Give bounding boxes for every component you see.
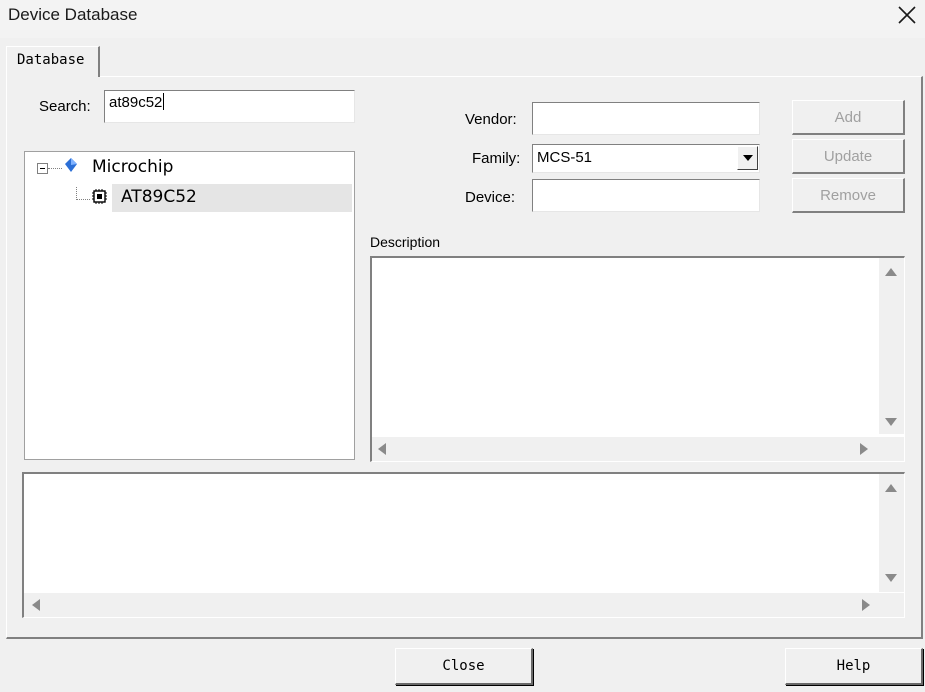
close-icon[interactable]: [889, 0, 925, 30]
tree-item-at89c52[interactable]: AT89C52: [121, 187, 197, 207]
device-input[interactable]: [532, 179, 760, 212]
tree-item-microchip[interactable]: Microchip: [92, 157, 173, 177]
close-button[interactable]: Close: [395, 648, 533, 685]
scroll-right-icon[interactable]: [860, 443, 868, 455]
add-button[interactable]: Add: [792, 100, 905, 135]
scroll-left-icon[interactable]: [32, 599, 40, 611]
search-input[interactable]: at89c52: [104, 90, 355, 123]
scroll-down-icon[interactable]: [885, 574, 897, 582]
vendor-label: Vendor:: [465, 111, 517, 128]
tab-database[interactable]: Database: [6, 46, 100, 77]
scroll-left-icon[interactable]: [378, 443, 386, 455]
scroll-up-icon[interactable]: [885, 484, 897, 492]
window-title: Device Database: [8, 5, 138, 24]
notes-vertical-scrollbar[interactable]: [879, 474, 904, 592]
device-database-dialog: Device Database Database Search: at89c52…: [0, 0, 925, 692]
vendor-input[interactable]: [532, 102, 760, 135]
text-caret: [163, 93, 165, 110]
chevron-down-icon[interactable]: [737, 146, 758, 170]
remove-button[interactable]: Remove: [792, 178, 905, 213]
blue-diamond-icon: [65, 158, 77, 172]
device-tree[interactable]: Microchip AT89C52: [24, 151, 355, 460]
family-label: Family:: [472, 150, 521, 167]
update-button[interactable]: Update: [792, 139, 905, 174]
help-button[interactable]: Help: [785, 648, 923, 685]
search-value: at89c52: [109, 94, 163, 111]
scroll-up-icon[interactable]: [885, 268, 897, 276]
family-value: MCS-51: [537, 149, 593, 166]
description-horizontal-scrollbar[interactable]: [372, 437, 904, 461]
description-box[interactable]: [370, 256, 905, 462]
tree-connector: [48, 168, 62, 169]
title-bar: Device Database: [0, 0, 925, 38]
scroll-down-icon[interactable]: [885, 418, 897, 426]
chip-icon: [92, 189, 107, 204]
notes-horizontal-scrollbar[interactable]: [24, 593, 904, 617]
minus-box-icon[interactable]: [37, 163, 48, 174]
description-label: Description: [370, 234, 441, 250]
family-select[interactable]: MCS-51: [532, 144, 760, 173]
search-label: Search:: [39, 98, 91, 115]
notes-box[interactable]: [22, 472, 905, 618]
tree-connector-branch: [76, 199, 90, 200]
device-label: Device:: [465, 189, 516, 206]
scroll-right-icon[interactable]: [862, 599, 870, 611]
description-vertical-scrollbar[interactable]: [879, 258, 904, 434]
